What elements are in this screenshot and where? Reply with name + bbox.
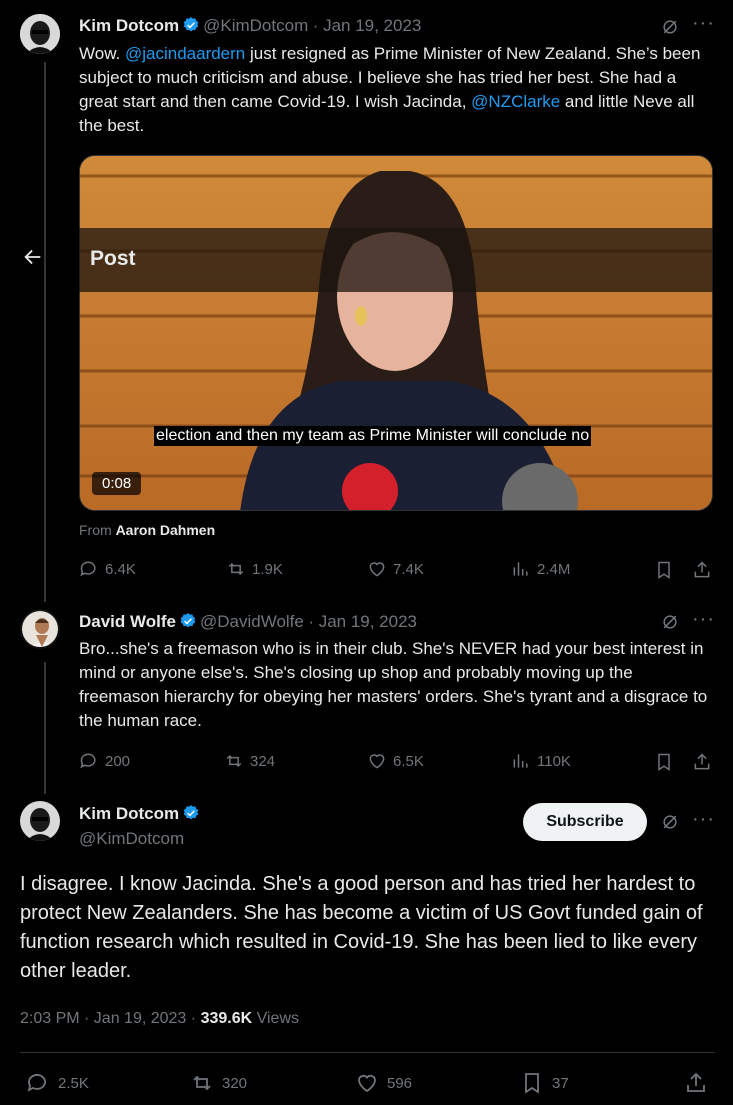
heart-icon <box>369 562 385 577</box>
grok-icon[interactable] <box>660 612 680 637</box>
analytics-icon <box>513 562 528 576</box>
source-author-link[interactable]: Aaron Dahmen <box>116 522 216 538</box>
more-options-icon[interactable]: ··· <box>692 12 715 35</box>
mention-link[interactable]: @jacindaardern <box>125 44 245 63</box>
share-button[interactable] <box>692 752 712 777</box>
tweet1-header: Kim Dotcom @KimDotcom · Jan 19, 2023 <box>79 16 421 36</box>
header-backdrop <box>79 228 713 292</box>
reply-icon <box>27 1074 46 1092</box>
bookmark-button[interactable] <box>654 752 674 777</box>
more-options-icon[interactable]: ··· <box>692 608 715 631</box>
post-date[interactable]: · Jan 19, 2023 <box>308 612 417 631</box>
analytics-icon <box>513 754 528 768</box>
like-button[interactable]: 596 <box>355 1071 412 1095</box>
author-handle[interactable]: @KimDotcom <box>203 16 308 35</box>
tweet2-text: Bro...she's a freemason who is in their … <box>79 639 708 730</box>
video-caption: election and then my team as Prime Minis… <box>154 426 592 446</box>
post-timestamp: 2:03 PM · Jan 19, 2023 · 339.6K Views <box>20 1010 299 1028</box>
mention-link[interactable]: @NZClarke <box>471 92 560 111</box>
thread-line <box>44 662 46 794</box>
main-post-text: I disagree. I know Jacinda. She's a good… <box>20 873 703 982</box>
bookmark-icon <box>658 561 670 579</box>
repost-icon <box>228 562 244 576</box>
author-handle[interactable]: @DavidWolfe <box>200 612 304 631</box>
reply-icon <box>80 753 96 769</box>
repost-icon <box>226 754 242 768</box>
author-name[interactable]: Kim Dotcom <box>79 804 179 823</box>
views-button[interactable]: 2.4M <box>511 559 570 579</box>
bookmark-button[interactable] <box>654 560 674 585</box>
subscribe-button[interactable]: Subscribe <box>523 803 647 841</box>
verified-badge-icon <box>180 613 196 628</box>
like-button[interactable]: 7.4K <box>367 559 424 579</box>
views-button[interactable]: 110K <box>511 751 571 771</box>
post-time[interactable]: 2:03 PM · Jan 19, 2023 · <box>20 1010 196 1027</box>
more-options-icon[interactable]: ··· <box>692 808 715 831</box>
verified-badge-icon <box>183 805 199 820</box>
share-button[interactable] <box>684 1071 708 1100</box>
video-player[interactable]: election and then my team as Prime Minis… <box>79 155 713 511</box>
video-source: From Aaron Dahmen <box>79 522 216 538</box>
author-name[interactable]: David Wolfe <box>79 612 176 631</box>
video-frame <box>80 156 712 510</box>
reply-button[interactable]: 2.5K <box>26 1071 89 1095</box>
reply-button[interactable]: 6.4K <box>79 559 136 579</box>
avatar[interactable] <box>20 14 60 54</box>
tweet1-text: Wow. @jacindaardern just resigned as Pri… <box>79 44 701 135</box>
verified-badge-icon <box>183 17 199 32</box>
share-icon <box>694 561 710 578</box>
share-icon <box>694 753 710 770</box>
repost-button[interactable]: 324 <box>224 751 275 771</box>
share-button[interactable] <box>692 560 712 585</box>
grok-icon[interactable] <box>660 812 680 837</box>
top-header-bar: Post <box>0 228 713 292</box>
post-date[interactable]: · Jan 19, 2023 <box>313 16 422 35</box>
grok-icon[interactable] <box>660 17 680 42</box>
share-icon <box>687 1072 705 1092</box>
avatar[interactable] <box>20 801 60 841</box>
views-count: 339.6K <box>200 1010 253 1027</box>
divider <box>20 1052 715 1053</box>
author-name[interactable]: Kim Dotcom <box>79 16 179 35</box>
reply-button[interactable]: 200 <box>79 751 130 771</box>
bookmark-button[interactable]: 37 <box>520 1071 569 1095</box>
repost-icon <box>193 1075 211 1091</box>
like-button[interactable]: 6.5K <box>367 751 424 771</box>
heart-icon <box>358 1074 376 1093</box>
tweet2-header: David Wolfe @DavidWolfe · Jan 19, 2023 <box>79 612 417 632</box>
main-author-name-row: Kim Dotcom <box>79 804 203 824</box>
back-arrow-icon[interactable] <box>22 246 46 270</box>
reply-icon <box>80 561 96 577</box>
author-handle[interactable]: @KimDotcom <box>79 829 184 849</box>
repost-button[interactable]: 320 <box>190 1071 247 1095</box>
video-timestamp: 0:08 <box>92 472 142 495</box>
bookmark-icon <box>525 1073 539 1094</box>
repost-button[interactable]: 1.9K <box>226 559 283 579</box>
avatar[interactable] <box>20 609 60 649</box>
page-title: Post <box>90 247 136 270</box>
thread-line <box>44 62 46 602</box>
bookmark-icon <box>658 753 670 771</box>
heart-icon <box>369 754 385 769</box>
views-label: Views <box>256 1010 299 1027</box>
